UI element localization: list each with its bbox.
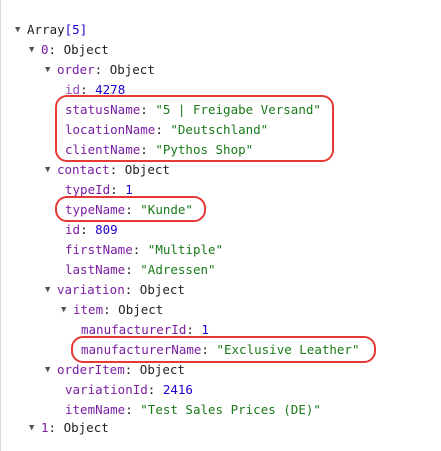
triangle-down-icon[interactable]: ▼ xyxy=(45,160,55,180)
property-value: 1 xyxy=(201,322,209,337)
property-value: "Test Sales Prices (DE)" xyxy=(140,402,321,417)
property-value: "Adressen" xyxy=(140,262,216,277)
array-label: Array xyxy=(27,22,65,37)
tree-leaf-variationId: variationId: 2416 xyxy=(65,382,193,397)
console-object-tree: ▼ Array[5] ▼ 0: Object ▼ order: Object id: … xyxy=(0,0,441,451)
tree-node-contact[interactable]: ▼ contact: Object xyxy=(45,160,170,180)
tree-node-item-0[interactable]: ▼ 0: Object xyxy=(29,40,109,60)
item-type: Object xyxy=(63,420,109,435)
highlight-order-fields xyxy=(55,95,334,162)
highlight-typeName xyxy=(55,196,206,222)
property-value: 809 xyxy=(95,222,118,237)
item-type: Object xyxy=(63,42,109,57)
tree-leaf-contact-id: id: 809 xyxy=(65,222,118,237)
property-type: Object xyxy=(139,282,185,297)
tree-node-order[interactable]: ▼ order: Object xyxy=(45,60,155,80)
property-key: item xyxy=(73,302,104,317)
property-value: 2416 xyxy=(162,382,193,397)
tree-leaf-firstName: firstName: "Multiple" xyxy=(65,242,224,257)
triangle-down-icon[interactable]: ▼ xyxy=(29,40,39,60)
property-key: firstName xyxy=(65,242,133,257)
property-key: variationId xyxy=(65,382,148,397)
item-index: 1 xyxy=(41,420,49,435)
triangle-down-icon[interactable]: ▼ xyxy=(15,20,25,40)
property-key: itemName xyxy=(65,402,126,417)
property-value: 1 xyxy=(125,182,133,197)
triangle-down-icon[interactable]: ▼ xyxy=(45,60,55,80)
property-key: orderItem xyxy=(57,362,125,377)
property-type: Object xyxy=(124,162,170,177)
property-key: lastName xyxy=(65,262,126,277)
triangle-down-icon[interactable]: ▼ xyxy=(45,360,55,380)
tree-leaf-lastName: lastName: "Adressen" xyxy=(65,262,216,277)
highlight-manufacturerName xyxy=(71,336,376,363)
tree-node-item-1[interactable]: ▼ 1: Object xyxy=(29,418,109,438)
array-length: [5] xyxy=(64,22,88,37)
tree-node-orderItem[interactable]: ▼ orderItem: Object xyxy=(45,360,185,380)
property-type: Object xyxy=(109,62,155,77)
triangle-down-icon[interactable]: ▼ xyxy=(45,280,55,300)
property-key: manufacturerId xyxy=(81,322,187,337)
tree-node-variation[interactable]: ▼ variation: Object xyxy=(45,280,185,300)
property-key: order xyxy=(57,62,95,77)
property-type: Object xyxy=(118,302,164,317)
property-value: "Multiple" xyxy=(147,242,224,257)
triangle-down-icon[interactable]: ▼ xyxy=(61,300,71,320)
property-key: id xyxy=(65,222,81,237)
property-type: Object xyxy=(139,362,185,377)
tree-node-item[interactable]: ▼ item: Object xyxy=(61,300,163,320)
triangle-down-icon[interactable]: ▼ xyxy=(29,418,39,438)
property-key: contact xyxy=(57,162,110,177)
property-key: variation xyxy=(57,282,125,297)
tree-node-root[interactable]: ▼ Array[5] xyxy=(15,20,87,40)
property-key: typeId xyxy=(65,182,111,197)
item-index: 0 xyxy=(41,42,49,57)
tree-leaf-itemName: itemName: "Test Sales Prices (DE)" xyxy=(65,402,321,417)
